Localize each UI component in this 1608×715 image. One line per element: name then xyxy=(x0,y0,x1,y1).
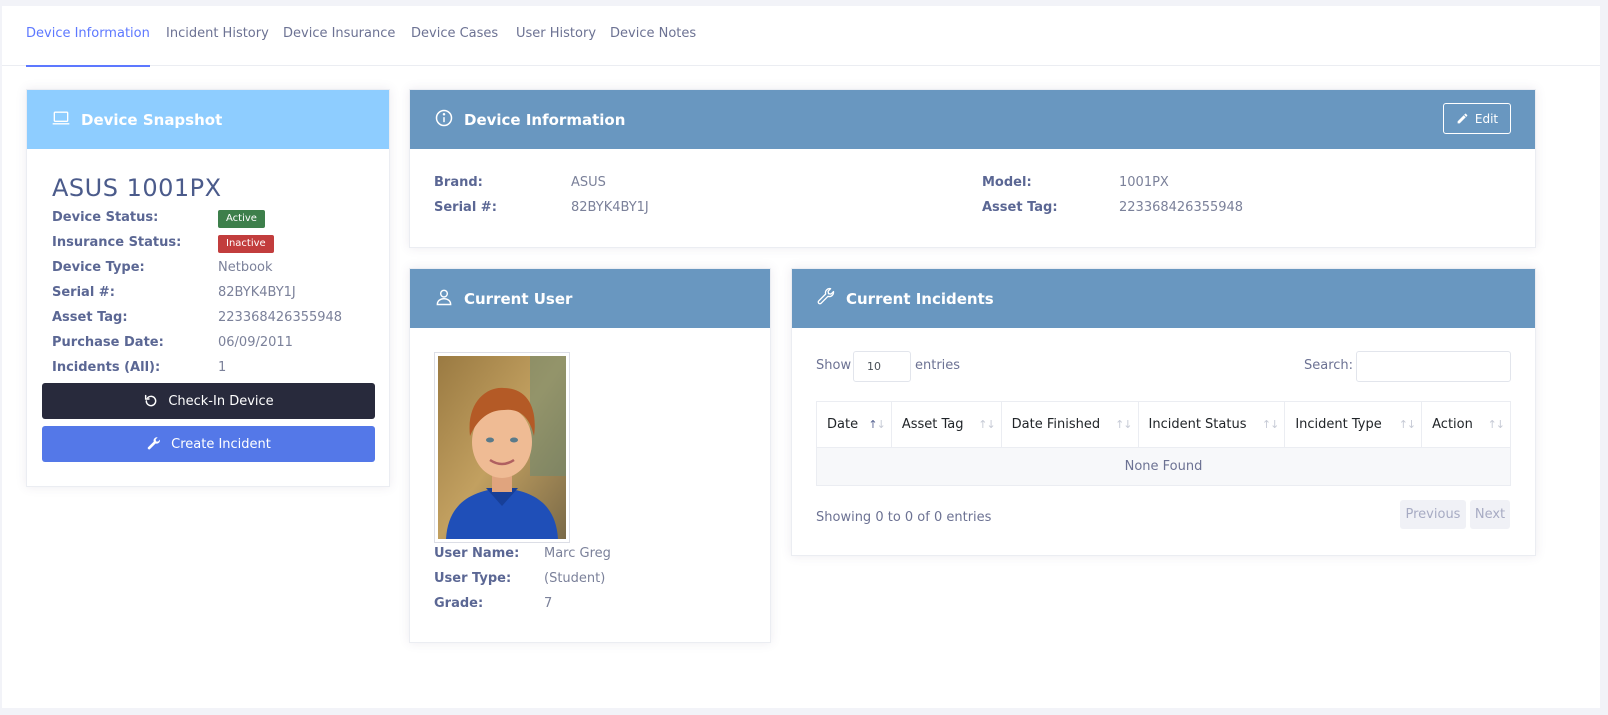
user-icon xyxy=(434,287,464,311)
tab-bar: Device Information Incident History Devi… xyxy=(2,6,1600,67)
grade-label: Grade: xyxy=(434,596,484,611)
create-incident-label: Create Incident xyxy=(171,436,271,452)
column-header-date[interactable]: Date ↑↓ xyxy=(816,401,892,448)
insurance-status-badge: Inactive xyxy=(218,235,274,253)
table-row: None Found xyxy=(816,447,1511,486)
edit-label: Edit xyxy=(1474,111,1499,126)
sort-icon: ↑↓ xyxy=(1487,418,1505,431)
info-serial-label: Serial #: xyxy=(434,200,497,215)
device-information-title: Device Information xyxy=(464,110,626,129)
empty-table-message: None Found xyxy=(816,447,1511,486)
incidents-count-label: Incidents (All): xyxy=(52,360,161,375)
sort-icon: ↑↓ xyxy=(1398,418,1416,431)
table-info: Showing 0 to 0 of 0 entries xyxy=(816,510,992,525)
column-header-incident-type[interactable]: Incident Type ↑↓ xyxy=(1284,401,1423,448)
user-type-value: (Student) xyxy=(544,571,606,586)
current-incidents-card: Current Incidents Show 10 entries Search… xyxy=(791,268,1536,556)
info-circle-icon xyxy=(434,108,464,132)
serial-label: Serial #: xyxy=(52,285,115,300)
device-snapshot-header: Device Snapshot xyxy=(27,90,389,149)
incidents-table: Date ↑↓ Asset Tag ↑↓ Date Finished ↑↓ Incid… xyxy=(816,401,1511,486)
wrench-icon xyxy=(146,436,171,452)
table-header-row: Date ↑↓ Asset Tag ↑↓ Date Finished ↑↓ Incid… xyxy=(816,401,1511,448)
model-label: Model: xyxy=(982,175,1032,190)
brand-label: Brand: xyxy=(434,175,483,190)
undo-icon xyxy=(143,393,168,409)
tab-device-information[interactable]: Device Information xyxy=(26,6,150,67)
laptop-icon xyxy=(51,108,81,132)
current-user-header: Current User xyxy=(410,269,770,328)
sort-asc-icon: ↑↓ xyxy=(868,418,885,431)
entries-label: entries xyxy=(915,358,961,373)
incidents-count-value: 1 xyxy=(218,360,227,375)
sort-icon: ↑↓ xyxy=(1115,418,1132,431)
tab-device-cases[interactable]: Device Cases xyxy=(411,6,498,66)
device-type-value: Netbook xyxy=(218,260,273,275)
asset-tag-label: Asset Tag: xyxy=(52,310,128,325)
next-page-button[interactable]: Next xyxy=(1470,500,1510,529)
sort-icon: ↑↓ xyxy=(978,418,995,431)
current-incidents-header: Current Incidents xyxy=(792,269,1535,328)
column-header-date-finished[interactable]: Date Finished ↑↓ xyxy=(1000,401,1139,448)
user-type-label: User Type: xyxy=(434,571,512,586)
page: Device Information Incident History Devi… xyxy=(2,6,1600,708)
tab-incident-history[interactable]: Incident History xyxy=(166,6,269,66)
info-asset-tag-value: 223368426355948 xyxy=(1119,200,1244,215)
user-name-value: Marc Greg xyxy=(544,546,611,561)
user-photo xyxy=(434,352,570,543)
check-in-device-button[interactable]: Check-In Device xyxy=(42,383,375,419)
asset-tag-value: 223368426355948 xyxy=(218,310,343,325)
search-input[interactable] xyxy=(1356,351,1511,382)
column-header-action[interactable]: Action ↑↓ xyxy=(1421,401,1511,448)
model-value: 1001PX xyxy=(1119,175,1169,190)
check-in-device-label: Check-In Device xyxy=(168,393,274,409)
current-user-title: Current User xyxy=(464,289,573,308)
wrench-icon xyxy=(816,287,846,311)
insurance-status-label: Insurance Status: xyxy=(52,235,182,250)
brand-value: ASUS xyxy=(571,175,606,190)
device-type-label: Device Type: xyxy=(52,260,145,275)
info-asset-tag-label: Asset Tag: xyxy=(982,200,1058,215)
column-header-asset-tag[interactable]: Asset Tag ↑↓ xyxy=(890,401,1002,448)
user-name-label: User Name: xyxy=(434,546,520,561)
current-incidents-title: Current Incidents xyxy=(846,289,994,308)
previous-page-button[interactable]: Previous xyxy=(1400,500,1466,529)
device-snapshot-title: Device Snapshot xyxy=(81,110,223,129)
device-status-label: Device Status: xyxy=(52,210,159,225)
create-incident-button[interactable]: Create Incident xyxy=(42,426,375,462)
show-label: Show xyxy=(816,358,852,373)
device-information-header: Device Information Edit xyxy=(410,90,1535,149)
edit-button[interactable]: Edit xyxy=(1443,103,1511,134)
grade-value: 7 xyxy=(544,596,553,611)
purchase-date-value: 06/09/2011 xyxy=(218,335,293,350)
device-status-badge: Active xyxy=(218,210,265,228)
device-information-card: Device Information Edit Brand: ASUS Seri… xyxy=(409,89,1536,248)
column-header-incident-status[interactable]: Incident Status ↑↓ xyxy=(1137,401,1286,448)
serial-value: 82BYK4BY1J xyxy=(218,285,296,300)
tab-device-notes[interactable]: Device Notes xyxy=(610,6,696,66)
current-user-card: Current User User Name: Marc Greg User T… xyxy=(409,268,771,643)
tab-user-history[interactable]: User History xyxy=(516,6,596,66)
pencil-icon xyxy=(1456,112,1475,125)
search-label: Search: xyxy=(1304,358,1354,373)
purchase-date-label: Purchase Date: xyxy=(52,335,164,350)
tab-device-insurance[interactable]: Device Insurance xyxy=(283,6,395,66)
info-serial-value: 82BYK4BY1J xyxy=(571,200,649,215)
device-name: ASUS 1001PX xyxy=(52,174,222,202)
page-size-select[interactable]: 10 xyxy=(853,351,911,382)
device-snapshot-card: Device Snapshot ASUS 1001PX Device Statu… xyxy=(26,89,390,487)
sort-icon: ↑↓ xyxy=(1261,418,1279,431)
